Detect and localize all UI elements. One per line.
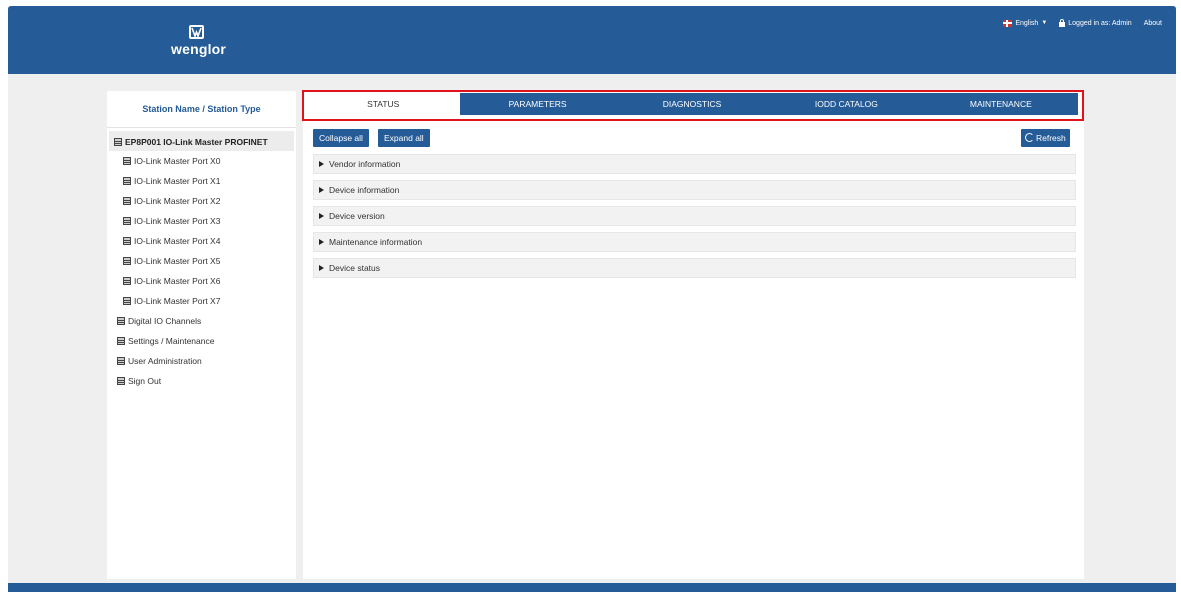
refresh-icon bbox=[1025, 133, 1034, 142]
about-link[interactable]: About bbox=[1144, 20, 1162, 27]
tab-bar: STATUS PARAMETERS DIAGNOSTICS IODD CATAL… bbox=[302, 90, 1084, 121]
device-icon bbox=[123, 277, 131, 285]
tree-item-label: User Administration bbox=[128, 356, 202, 366]
device-icon bbox=[114, 138, 122, 146]
collapse-all-button[interactable]: Collapse all bbox=[313, 129, 369, 147]
tree-item-port-x4[interactable]: IO-Link Master Port X4 bbox=[107, 231, 296, 251]
device-icon bbox=[117, 337, 125, 345]
tree-item-port-x5[interactable]: IO-Link Master Port X5 bbox=[107, 251, 296, 271]
device-icon bbox=[123, 257, 131, 265]
tree-item-port-x6[interactable]: IO-Link Master Port X6 bbox=[107, 271, 296, 291]
lock-icon bbox=[1059, 19, 1066, 27]
tree-root-device[interactable]: EP8P001 IO-Link Master PROFINET bbox=[109, 131, 294, 151]
flag-icon bbox=[1003, 19, 1013, 27]
sidebar-title: Station Name / Station Type bbox=[107, 91, 296, 128]
refresh-label: Refresh bbox=[1036, 133, 1066, 143]
logged-in-label: Logged in as: Admin bbox=[1068, 19, 1132, 27]
device-icon bbox=[117, 317, 125, 325]
tree-item-label: IO-Link Master Port X3 bbox=[134, 216, 221, 226]
language-label: English bbox=[1015, 19, 1039, 27]
logged-in-status: Logged in as: Admin bbox=[1059, 19, 1132, 27]
device-icon bbox=[123, 177, 131, 185]
top-navigation: English ▼ Logged in as: Admin About bbox=[1003, 19, 1162, 27]
tree-item-digital-io[interactable]: Digital IO Channels bbox=[107, 311, 296, 331]
expand-all-button[interactable]: Expand all bbox=[378, 129, 430, 147]
tree-item-label: IO-Link Master Port X2 bbox=[134, 196, 221, 206]
language-selector[interactable]: English ▼ bbox=[1003, 19, 1048, 27]
expand-arrow-icon bbox=[319, 213, 324, 219]
tree-item-user-admin[interactable]: User Administration bbox=[107, 351, 296, 371]
device-icon bbox=[123, 237, 131, 245]
refresh-button[interactable]: Refresh bbox=[1021, 129, 1070, 147]
tree-root-label: EP8P001 IO-Link Master PROFINET bbox=[125, 137, 268, 147]
accordion-maintenance-information[interactable]: Maintenance information bbox=[313, 232, 1076, 252]
tree-item-label: Sign Out bbox=[128, 376, 162, 386]
tree-item-port-x1[interactable]: IO-Link Master Port X1 bbox=[107, 171, 296, 191]
accordion-label: Maintenance information bbox=[329, 237, 423, 247]
tree-item-settings[interactable]: Settings / Maintenance bbox=[107, 331, 296, 351]
device-icon bbox=[117, 377, 125, 385]
device-icon bbox=[123, 217, 131, 225]
accordion-label: Device version bbox=[329, 211, 385, 221]
device-icon bbox=[123, 157, 131, 165]
expand-arrow-icon bbox=[319, 239, 324, 245]
header-bar: wenglor English ▼ Logged in as: Admin Ab… bbox=[8, 6, 1176, 74]
tree-item-label: IO-Link Master Port X5 bbox=[134, 256, 221, 266]
tree-item-label: Digital IO Channels bbox=[128, 316, 202, 326]
wenglor-logo-icon bbox=[188, 25, 204, 39]
tree-item-label: IO-Link Master Port X7 bbox=[134, 296, 221, 306]
device-icon bbox=[123, 197, 131, 205]
tree-item-port-x2[interactable]: IO-Link Master Port X2 bbox=[107, 191, 296, 211]
tree-item-port-x3[interactable]: IO-Link Master Port X3 bbox=[107, 211, 296, 231]
tab-bar-highlight-frame bbox=[302, 90, 1084, 121]
tree-item-label: Settings / Maintenance bbox=[128, 336, 215, 346]
accordion-device-status[interactable]: Device status bbox=[313, 258, 1076, 278]
expand-arrow-icon bbox=[319, 265, 324, 271]
device-icon bbox=[123, 297, 131, 305]
tree-item-label: IO-Link Master Port X1 bbox=[134, 176, 221, 186]
accordion-vendor-information[interactable]: Vendor information bbox=[313, 154, 1076, 174]
tree-item-port-x0[interactable]: IO-Link Master Port X0 bbox=[107, 151, 296, 171]
main-panel: STATUS PARAMETERS DIAGNOSTICS IODD CATAL… bbox=[302, 90, 1084, 579]
sidebar: Station Name / Station Type EP8P001 IO-L… bbox=[107, 91, 296, 579]
status-accordion: Vendor information Device information De… bbox=[313, 154, 1076, 284]
accordion-label: Device information bbox=[329, 185, 400, 195]
expand-arrow-icon bbox=[319, 187, 324, 193]
accordion-device-information[interactable]: Device information bbox=[313, 180, 1076, 200]
device-icon bbox=[117, 357, 125, 365]
brand-name: wenglor bbox=[171, 41, 227, 57]
accordion-label: Vendor information bbox=[329, 159, 401, 169]
accordion-label: Device status bbox=[329, 263, 381, 273]
tree-item-label: IO-Link Master Port X4 bbox=[134, 236, 221, 246]
accordion-device-version[interactable]: Device version bbox=[313, 206, 1076, 226]
tree-item-label: IO-Link Master Port X6 bbox=[134, 276, 221, 286]
wenglor-logo[interactable]: wenglor bbox=[171, 25, 227, 57]
footer-bar bbox=[8, 583, 1176, 592]
tree-item-label: IO-Link Master Port X0 bbox=[134, 156, 221, 166]
tree-item-sign-out[interactable]: Sign Out bbox=[107, 371, 296, 391]
chevron-down-icon: ▼ bbox=[1041, 20, 1048, 26]
tree-item-port-x7[interactable]: IO-Link Master Port X7 bbox=[107, 291, 296, 311]
expand-arrow-icon bbox=[319, 161, 324, 167]
